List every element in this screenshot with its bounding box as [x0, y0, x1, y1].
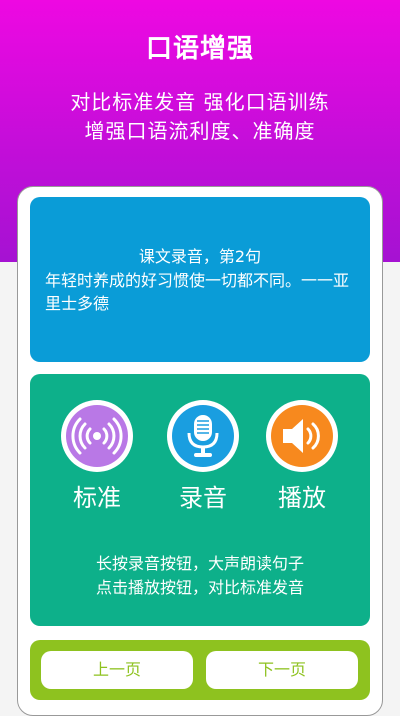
microphone-icon	[172, 405, 234, 467]
sentence-heading: 课文录音，第2句	[138, 247, 262, 266]
record-button[interactable]: 录音	[163, 400, 243, 513]
play-circle	[266, 400, 338, 472]
standard-audio-button[interactable]: 标准	[57, 400, 137, 513]
standard-circle	[61, 400, 133, 472]
hint-line-2: 点击播放按钮，对比标准发音	[95, 578, 304, 597]
record-circle	[167, 400, 239, 472]
subtitle-line-1: 对比标准发音 强化口语训练	[70, 90, 330, 114]
next-page-button[interactable]: 下一页	[206, 651, 358, 689]
hint-line-1: 长按录音按钮，大声朗读句子	[95, 554, 304, 573]
page-title: 口语增强	[145, 34, 254, 64]
broadcast-icon	[66, 405, 128, 467]
previous-page-button[interactable]: 上一页	[41, 651, 193, 689]
standard-label: 标准	[73, 484, 121, 512]
sentence-panel: 课文录音，第2句 年轻时养成的好习惯使一切都不同。一一亚里士多德	[30, 197, 370, 362]
record-label: 录音	[179, 484, 227, 512]
sentence-text: 年轻时养成的好习惯使一切都不同。一一亚里士多德	[45, 271, 350, 313]
play-button[interactable]: 播放	[262, 400, 342, 513]
subtitle-line-2: 增强口语流利度、准确度	[84, 119, 316, 143]
speaker-icon	[271, 405, 333, 467]
play-label: 播放	[278, 484, 326, 512]
